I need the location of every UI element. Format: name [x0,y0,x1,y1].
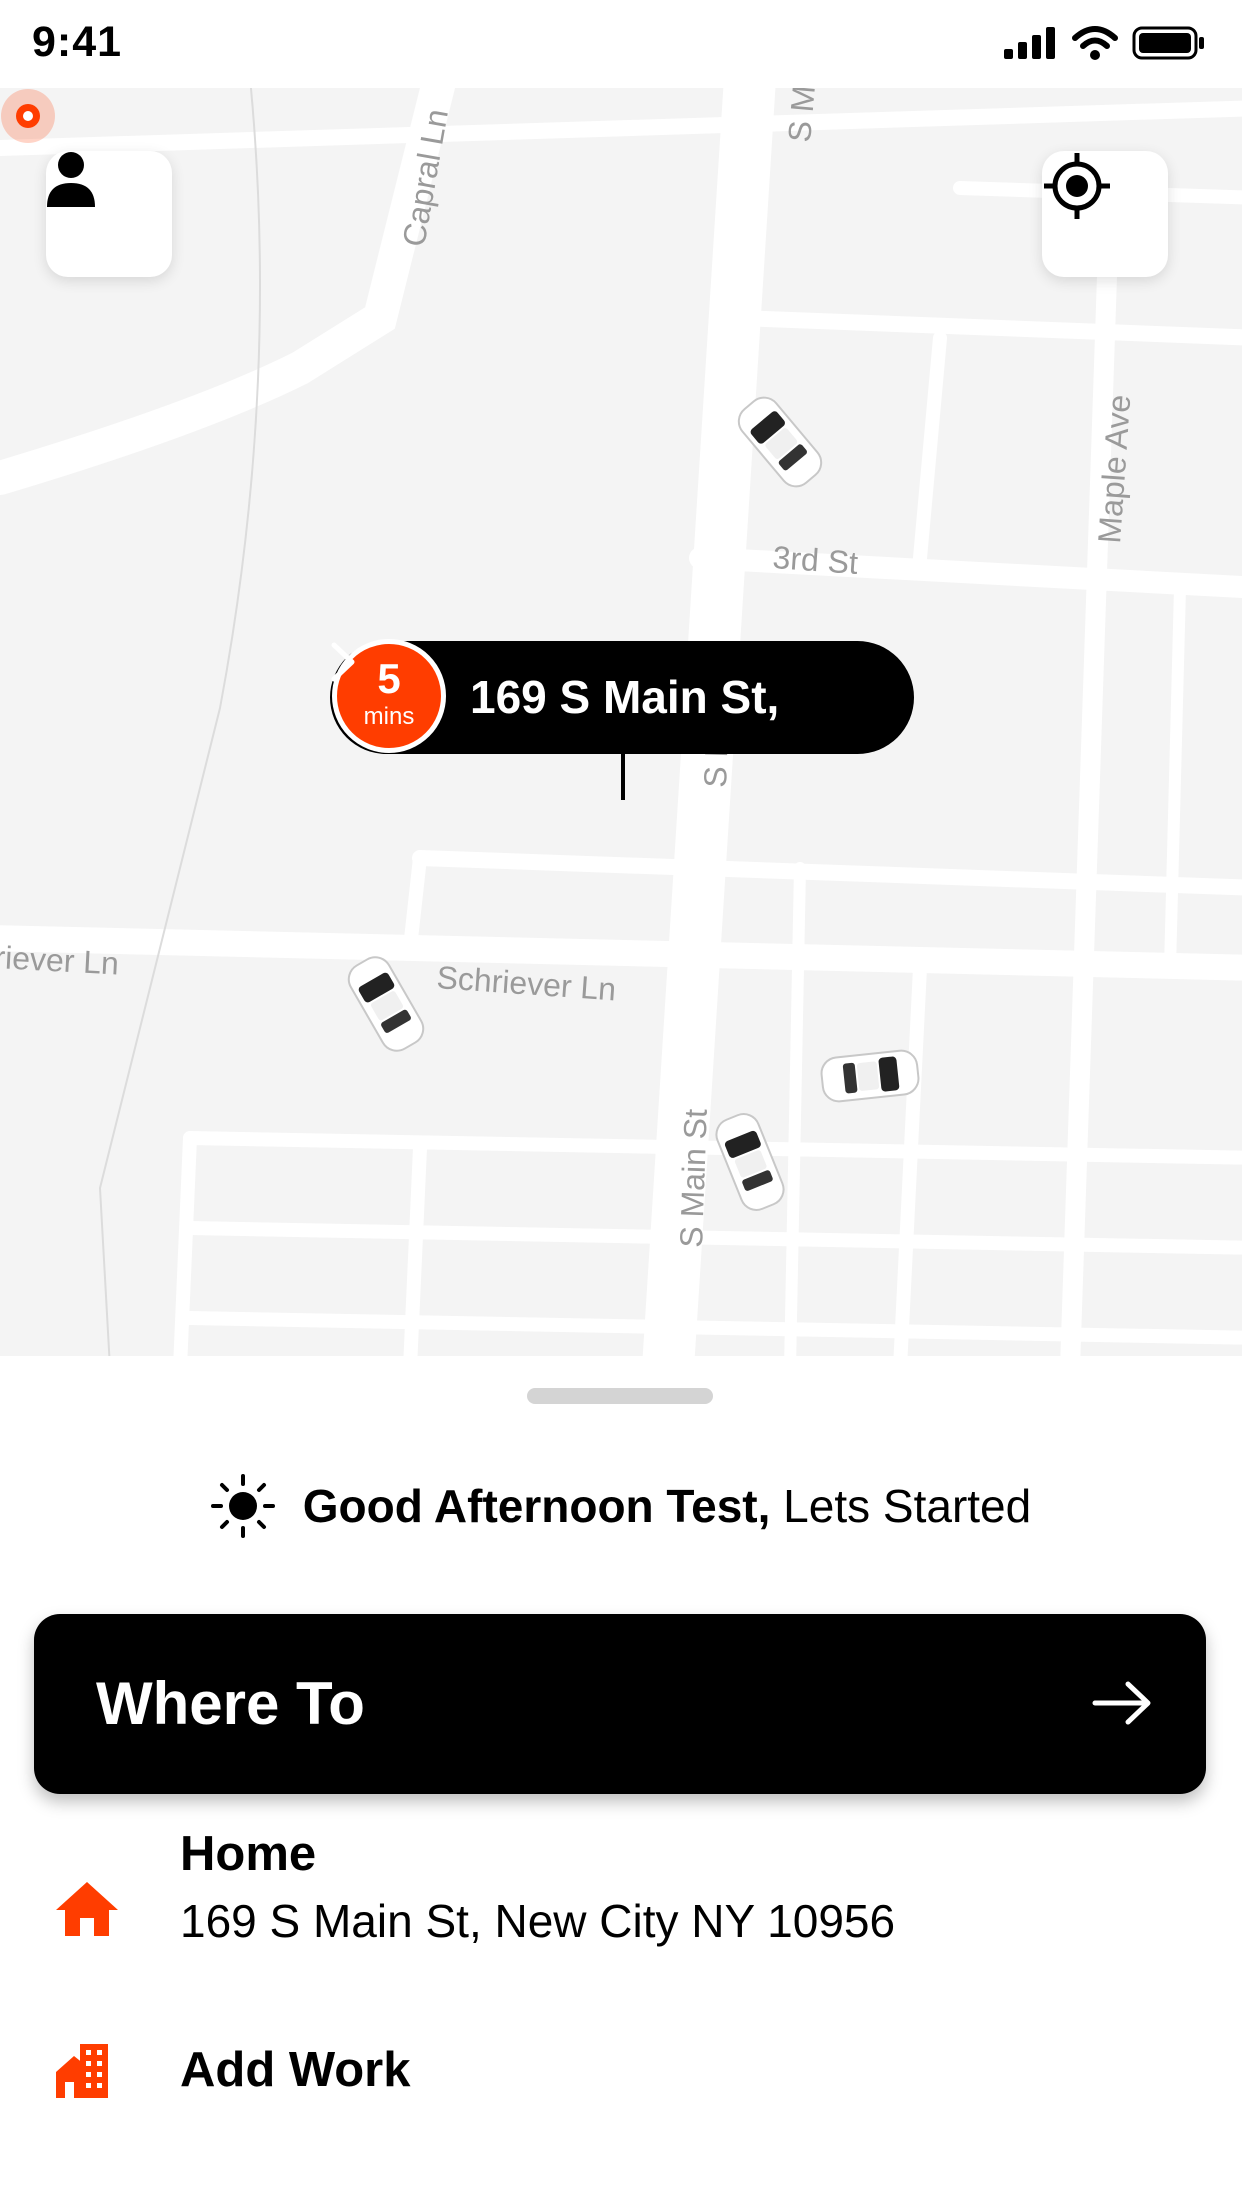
crosshair-icon [1044,153,1110,219]
sheet-handle[interactable] [527,1388,713,1404]
car-icon [347,956,425,1052]
street-label-3rd: 3rd St [772,539,860,581]
signal-icon [1004,27,1055,59]
building-icon [56,2044,108,2098]
saved-place-home[interactable]: Home 169 S Main St, New City NY 10956 [0,1826,1242,1976]
eta-unit: mins [363,703,415,730]
car-icon [737,396,823,488]
greeting-bold: Good Afternoon Test, [302,1480,771,1532]
home-icon [56,1882,118,1936]
status-time: 9:41 [32,18,123,66]
car-icon [715,1113,785,1211]
street-label-schriever: Schriever Ln [436,959,618,1007]
place-address: 169 S Main St, New City NY 10956 [180,1895,896,1947]
status-icons [1004,26,1206,60]
pickup-location-bubble[interactable]: 5 mins 169 S Main St, [330,639,914,754]
location-pin-icon [1,89,55,143]
locate-button[interactable] [1042,151,1168,277]
street-label-sm-top: S M [781,88,822,144]
status-bar: 9:41 [0,0,1242,88]
car-icon [820,1049,920,1103]
where-to-label: Where To [96,1670,365,1737]
pin-stem [621,752,625,800]
greeting: Good Afternoon Test, Lets Started [0,1474,1242,1538]
wifi-icon [1072,26,1118,60]
place-title: Add Work [180,2043,411,2097]
place-title: Home [180,1827,317,1881]
greeting-text: Lets Started [783,1480,1032,1532]
sun-icon [210,1474,275,1538]
map-view[interactable]: Capral Ln S M Maple Ave 3rd St S Main St… [0,88,1242,1356]
bottom-sheet: Good Afternoon Test, Lets Started Where … [0,1356,1242,2208]
pickup-address: 169 S Main St, [470,671,780,723]
where-to-button[interactable]: Where To [34,1614,1206,1794]
chevron-right-icon [331,642,355,682]
arrow-right-icon [1092,1681,1151,1725]
saved-place-work[interactable]: Add Work [0,2042,1242,2152]
street-label-schriever-left: riever Ln [0,939,120,981]
profile-button[interactable] [46,151,172,277]
battery-icon [1132,26,1204,60]
user-icon [47,152,95,207]
